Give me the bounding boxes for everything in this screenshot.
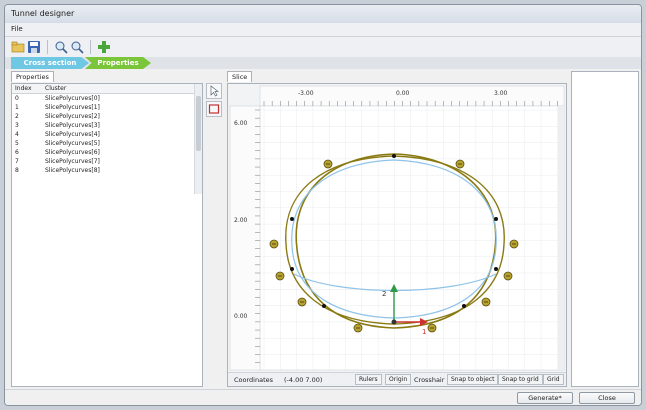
- right-panel: [571, 71, 639, 387]
- cell-index: 5: [15, 139, 19, 147]
- cell-index: 0: [15, 94, 19, 102]
- breadcrumb: Cross section Properties: [5, 57, 641, 69]
- coordinates-label: Coordinates: [234, 376, 274, 384]
- x-tick-label: 0.00: [396, 90, 410, 97]
- x-tick-label: -3.00: [298, 90, 314, 97]
- control-point[interactable]: [290, 267, 294, 271]
- table-row[interactable]: 2 SlicePolycurves[2]: [12, 112, 196, 121]
- add-icon[interactable]: [97, 40, 111, 54]
- column-header-cluster[interactable]: Cluster: [42, 84, 196, 94]
- breadcrumb-properties[interactable]: Properties: [85, 57, 151, 69]
- main-window: Tunnel designer File Cross section Prope…: [4, 4, 642, 406]
- origin-point[interactable]: [391, 319, 397, 325]
- cell-index: 8: [15, 166, 19, 174]
- breadcrumb-cross-section[interactable]: Cross section: [11, 57, 89, 69]
- y-tick-label: 0.00: [234, 313, 248, 320]
- table-row[interactable]: 5 SlicePolycurves[5]: [12, 139, 196, 148]
- control-point[interactable]: [494, 267, 498, 271]
- table-row[interactable]: 7 SlicePolycurves[7]: [12, 157, 196, 166]
- cell-index: 1: [15, 103, 19, 111]
- column-header-index[interactable]: Index: [12, 84, 42, 94]
- cell-cluster: SlicePolycurves[5]: [45, 139, 100, 147]
- cell-index: 4: [15, 130, 19, 138]
- control-point[interactable]: [290, 217, 294, 221]
- properties-panel: Index Cluster 0 SlicePolycurves[0] 1 SliceP…: [11, 83, 203, 387]
- y-tick-label: 6.00: [234, 120, 248, 127]
- coordinates-value: (-4.00 7.00): [284, 376, 323, 384]
- title-bar: Tunnel designer: [5, 5, 641, 23]
- drawing-area[interactable]: [259, 105, 565, 371]
- vertical-ruler: [229, 105, 261, 371]
- x-tick-label: 3.00: [494, 90, 508, 97]
- table-row[interactable]: 3 SlicePolycurves[3]: [12, 121, 196, 130]
- save-icon[interactable]: [27, 40, 41, 54]
- menu-file[interactable]: File: [11, 25, 23, 33]
- cluster-table: Index Cluster 0 SlicePolycurves[0] 1 SliceP…: [12, 84, 196, 175]
- origin-toggle[interactable]: Origin: [385, 374, 412, 385]
- zoom-in-icon[interactable]: [54, 40, 68, 54]
- y-tick-label: 2.00: [234, 217, 248, 224]
- slice-canvas[interactable]: -3.00 0.00 3.00 6.00 2.00 0.00 2 1: [228, 84, 566, 372]
- table-row[interactable]: 0 SlicePolycurves[0]: [12, 94, 196, 103]
- rectangle-tool-button[interactable]: [206, 101, 222, 117]
- cell-cluster: SlicePolycurves[3]: [45, 121, 100, 129]
- snap-to-object-toggle[interactable]: Snap to object: [447, 374, 499, 385]
- canvas-status-bar: Coordinates (-4.00 7.00) Rulers Origin C…: [228, 372, 566, 386]
- generate-button[interactable]: Generate*: [517, 392, 573, 404]
- table-scrollbar[interactable]: [194, 84, 202, 194]
- cell-index: 6: [15, 148, 19, 156]
- table-row[interactable]: 8 SlicePolycurves[8]: [12, 166, 196, 175]
- slice-panel: -3.00 0.00 3.00 6.00 2.00 0.00 2 1 Coord…: [227, 83, 567, 387]
- tab-properties[interactable]: Properties: [11, 71, 54, 82]
- table-row[interactable]: 4 SlicePolycurves[4]: [12, 130, 196, 139]
- crosshair-toggle[interactable]: Crosshair: [414, 376, 444, 384]
- control-point[interactable]: [462, 304, 466, 308]
- y-axis-label: 2: [382, 290, 386, 298]
- control-point[interactable]: [494, 217, 498, 221]
- table-row[interactable]: 1 SlicePolycurves[1]: [12, 103, 196, 112]
- close-button[interactable]: Close: [579, 392, 635, 404]
- control-point[interactable]: [392, 154, 396, 158]
- cell-cluster: SlicePolycurves[8]: [45, 166, 100, 174]
- select-tool-button[interactable]: [206, 83, 222, 99]
- cell-index: 3: [15, 121, 19, 129]
- cell-cluster: SlicePolycurves[1]: [45, 103, 100, 111]
- toolbar-separator: [47, 40, 48, 54]
- scrollbar-thumb[interactable]: [196, 96, 201, 151]
- open-folder-icon[interactable]: [11, 40, 25, 54]
- canvas-scrollbar[interactable]: [558, 106, 564, 370]
- cell-cluster: SlicePolycurves[7]: [45, 157, 100, 165]
- cell-cluster: SlicePolycurves[0]: [45, 94, 100, 102]
- bottom-bar: Generate* Close: [5, 389, 641, 405]
- cell-index: 2: [15, 112, 19, 120]
- cell-cluster: SlicePolycurves[6]: [45, 148, 100, 156]
- tab-slice[interactable]: Slice: [227, 71, 253, 82]
- rulers-toggle[interactable]: Rulers: [355, 374, 382, 385]
- cell-cluster: SlicePolycurves[2]: [45, 112, 100, 120]
- grid-toggle[interactable]: Grid: [543, 374, 564, 385]
- table-row[interactable]: 6 SlicePolycurves[6]: [12, 148, 196, 157]
- cell-cluster: SlicePolycurves[4]: [45, 130, 100, 138]
- menu-bar: File: [5, 23, 641, 37]
- snap-to-grid-toggle[interactable]: Snap to grid: [498, 374, 543, 385]
- window-title: Tunnel designer: [11, 9, 75, 18]
- toolbar-separator: [90, 40, 91, 54]
- x-axis-label: 1: [422, 328, 426, 336]
- control-point[interactable]: [322, 304, 326, 308]
- cell-index: 7: [15, 157, 19, 165]
- zoom-out-icon[interactable]: [70, 40, 84, 54]
- toolbar: [5, 37, 641, 57]
